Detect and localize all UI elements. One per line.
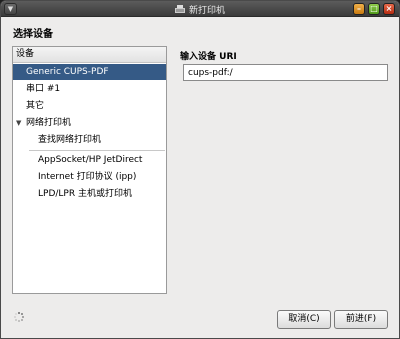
forward-button[interactable]: 前进(F) xyxy=(334,310,388,329)
device-item-find-network-printer[interactable]: 查找网络打印机 xyxy=(13,132,166,148)
device-item-label: 网络打印机 xyxy=(26,118,72,128)
maximize-button[interactable]: □ xyxy=(368,3,380,15)
cancel-button[interactable]: 取消(C) xyxy=(277,310,331,329)
device-list[interactable]: 设备 Generic CUPS-PDF 串口 #1 其它 ▼ 网络打印机 查找网… xyxy=(12,46,167,294)
printer-icon xyxy=(174,4,185,14)
loading-spinner-icon xyxy=(14,312,24,322)
expander-arrow-icon[interactable]: ▼ xyxy=(16,115,21,131)
device-item-label: AppSocket/HP JetDirect xyxy=(38,155,143,165)
device-item-label: 其它 xyxy=(26,101,45,111)
page-title: 选择设备 xyxy=(13,29,53,40)
title-bar[interactable]: ▼ 新打印机 – □ × xyxy=(1,1,399,17)
device-item-serial-port[interactable]: 串口 #1 xyxy=(13,81,166,97)
list-separator xyxy=(29,150,165,151)
device-item-label: Internet 打印协议 (ipp) xyxy=(38,172,137,182)
device-item-generic-cups-pdf[interactable]: Generic CUPS-PDF xyxy=(13,64,166,80)
minimize-button[interactable]: – xyxy=(353,3,365,15)
window-title: 新打印机 xyxy=(188,5,225,16)
device-item-lpd-lpr[interactable]: LPD/LPR 主机或打印机 xyxy=(13,186,166,202)
device-item-label: Generic CUPS-PDF xyxy=(26,67,109,77)
device-item-label: 查找网络打印机 xyxy=(38,135,102,145)
device-list-header[interactable]: 设备 xyxy=(13,47,166,63)
device-item-ipp[interactable]: Internet 打印协议 (ipp) xyxy=(13,169,166,185)
device-item-label: 串口 #1 xyxy=(26,84,61,94)
device-item-label: LPD/LPR 主机或打印机 xyxy=(38,189,132,199)
device-item-appsocket[interactable]: AppSocket/HP JetDirect xyxy=(13,152,166,168)
close-button[interactable]: × xyxy=(383,3,395,15)
device-uri-input[interactable] xyxy=(183,64,388,81)
uri-label: 输入设备 URI xyxy=(180,52,237,62)
device-item-other[interactable]: 其它 xyxy=(13,98,166,114)
window-title-group: 新打印机 xyxy=(1,1,399,17)
dialog-window: ▼ 新打印机 – □ × 选择设备 设备 Generic CUPS-PDF 串口… xyxy=(0,0,400,339)
device-item-network-printer[interactable]: ▼ 网络打印机 xyxy=(13,115,166,131)
